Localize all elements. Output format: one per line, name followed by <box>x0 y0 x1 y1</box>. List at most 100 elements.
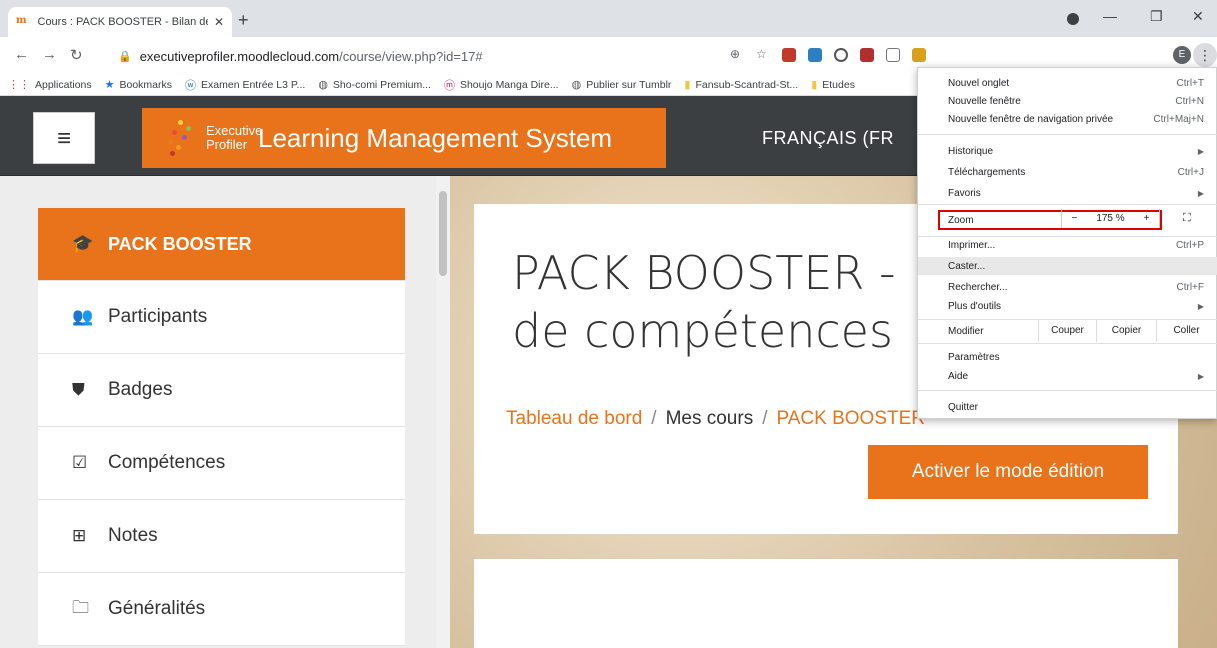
menu-search[interactable]: Rechercher... Ctrl+F <box>918 278 1217 296</box>
extension-icon[interactable] <box>860 48 874 62</box>
breadcrumb-dashboard[interactable]: Tableau de bord <box>506 408 642 429</box>
new-tab-button[interactable]: + <box>238 10 249 31</box>
tab-strip: m Cours : PACK BOOSTER - Bilan de ✕ + — … <box>0 0 1217 37</box>
menu-label: Nouvel onglet <box>948 77 1010 89</box>
menu-copy-button[interactable]: Copier <box>1096 320 1156 342</box>
graduation-cap-icon: 🎓 <box>72 234 94 253</box>
bookmark-label: Etudes <box>822 78 855 91</box>
bookmark-item[interactable]: ◍ Publier sur Tumblr <box>572 78 672 92</box>
menu-label: Nouvelle fenêtre <box>948 95 1021 107</box>
bookmark-item[interactable]: ⓦ Examen Entrée L3 P... <box>185 77 305 93</box>
menu-cut-button[interactable]: Couper <box>1038 320 1096 342</box>
drawer-scrollbar[interactable] <box>436 176 450 648</box>
extension-icon[interactable] <box>912 48 926 62</box>
menu-label: Nouvelle fenêtre de navigation privée <box>948 113 1114 125</box>
url-path: /course/view.php?id=17# <box>339 48 483 64</box>
menu-cast[interactable]: Caster... <box>918 257 1217 275</box>
bookmark-item[interactable]: ▮ Fansub-Scantrad-St... <box>684 78 798 92</box>
hamburger-menu-icon[interactable]: ≡ <box>33 112 95 164</box>
scrollbar-thumb[interactable] <box>439 191 447 276</box>
bookmark-item[interactable]: ⓜ Shoujo Manga Dire... <box>444 77 559 93</box>
drawer-item-pack-booster[interactable]: 🎓 PACK BOOSTER <box>38 208 405 281</box>
menu-label: Plus d'outils <box>948 300 1002 312</box>
menu-shortcut: Ctrl+P <box>1175 239 1204 251</box>
menu-quit[interactable]: Quitter <box>918 398 1217 416</box>
bookmark-item[interactable]: ★ Bookmarks <box>104 78 173 92</box>
menu-divider <box>918 134 1217 135</box>
menu-help[interactable]: Aide ▶ <box>918 367 1217 385</box>
tab-close-icon[interactable]: ✕ <box>214 15 224 29</box>
zoom-out-button[interactable]: − <box>1071 213 1077 224</box>
avatar[interactable]: E <box>1173 46 1191 64</box>
menu-label: Imprimer... <box>948 239 996 251</box>
minimize-icon[interactable]: — <box>1103 8 1117 24</box>
bookmark-star-icon[interactable]: ☆ <box>756 47 767 61</box>
title-line: de compétences <box>512 304 893 358</box>
menu-print[interactable]: Imprimer... Ctrl+P <box>918 236 1217 254</box>
address-bar[interactable]: 🔒 executiveprofiler.moodlecloud.com /cou… <box>110 41 990 71</box>
site-brand[interactable]: Executive Profiler Learning Management S… <box>142 108 666 168</box>
window-close-icon[interactable]: ✕ <box>1192 8 1204 25</box>
profile-indicator-icon[interactable] <box>1067 13 1079 25</box>
zoom-in-button[interactable]: + <box>1144 213 1150 224</box>
menu-new-window[interactable]: Nouvelle fenêtre Ctrl+N <box>918 92 1217 110</box>
submenu-arrow-icon: ▶ <box>1197 301 1204 311</box>
menu-new-tab[interactable]: Nouvel onglet Ctrl+T <box>918 74 1217 92</box>
table-icon: ⊞ <box>72 526 87 545</box>
menu-label: Historique <box>948 145 994 157</box>
breadcrumb-course[interactable]: PACK BOOSTER <box>776 408 925 429</box>
menu-favorites[interactable]: Favoris ▶ <box>918 184 1217 202</box>
extension-icon[interactable] <box>886 48 900 62</box>
menu-shortcut: Ctrl+N <box>1175 95 1204 107</box>
drawer-item-badges[interactable]: ⛊ Badges <box>38 354 405 427</box>
extension-icon[interactable] <box>782 48 796 62</box>
bookmark-label: Shoujo Manga Dire... <box>459 78 559 91</box>
menu-downloads[interactable]: Téléchargements Ctrl+J <box>918 163 1217 181</box>
language-menu[interactable]: FRANÇAIS (FR <box>762 128 894 149</box>
wordpress-icon: ⓦ <box>185 79 197 92</box>
moodle-favicon-icon: m <box>16 15 27 26</box>
zoom-indicator-icon[interactable]: ⊕ <box>730 47 740 61</box>
menu-more-tools[interactable]: Plus d'outils ▶ <box>918 297 1217 315</box>
forward-arrow-icon[interactable]: → <box>42 46 57 63</box>
browser-tab[interactable]: m Cours : PACK BOOSTER - Bilan de ✕ <box>8 7 232 37</box>
bookmark-item[interactable]: ◍ Sho-comi Premium... <box>318 78 431 92</box>
drawer-item-generalites[interactable]: 🗀 Généralités <box>38 573 405 646</box>
bookmark-item[interactable]: ⋮⋮ Applications <box>8 78 92 92</box>
menu-settings[interactable]: Paramètres <box>918 348 1217 366</box>
drawer-item-competences[interactable]: ☑ Compétences <box>38 427 405 500</box>
menu-incognito[interactable]: Nouvelle fenêtre de navigation privée Ctr… <box>918 110 1217 128</box>
menu-label: Paramètres <box>948 351 1000 363</box>
back-arrow-icon[interactable]: ← <box>14 46 29 63</box>
drawer-item-notes[interactable]: ⊞ Notes <box>38 500 405 573</box>
drawer-item-participants[interactable]: 👥 Participants <box>38 281 405 354</box>
bookmark-label: Sho-comi Premium... <box>332 78 431 91</box>
bookmark-label: Publier sur Tumblr <box>586 78 672 91</box>
folder-icon: ▮ <box>811 79 818 91</box>
menu-history[interactable]: Historique ▶ <box>918 142 1217 160</box>
chrome-menu-kebab-icon[interactable]: ⋮ <box>1193 43 1217 67</box>
folder-outline-icon: 🗀 <box>72 597 89 617</box>
menu-label: Favoris <box>948 187 981 199</box>
extension-icon[interactable] <box>834 48 848 62</box>
zoom-control: − 175 % + <box>1061 209 1160 228</box>
restore-icon[interactable]: ❐ <box>1150 8 1163 25</box>
menu-paste-button[interactable]: Coller <box>1156 320 1216 342</box>
fullscreen-icon[interactable]: ⛶ <box>1183 212 1191 225</box>
title-line: PACK BOOSTER - <box>512 246 896 300</box>
menu-shortcut: Ctrl+T <box>1176 77 1205 89</box>
breadcrumb: Tableau de bord / Mes cours / PACK BOOSTER <box>506 408 925 430</box>
reload-icon[interactable]: ↻ <box>70 46 83 64</box>
apps-grid-icon: ⋮⋮ <box>8 79 30 91</box>
submenu-arrow-icon: ▶ <box>1197 146 1204 156</box>
breadcrumb-separator: / <box>651 408 657 429</box>
zoom-level: 175 % <box>1096 213 1125 224</box>
shield-icon: ⛊ <box>72 380 85 399</box>
globe-icon: ◍ <box>318 79 328 91</box>
extension-icon[interactable] <box>808 48 822 62</box>
bookmark-label: Bookmarks <box>119 78 173 91</box>
star-icon: ★ <box>104 79 115 91</box>
lock-icon[interactable]: 🔒 <box>118 50 132 63</box>
bookmark-item[interactable]: ▮ Etudes <box>811 78 855 92</box>
edit-mode-button[interactable]: Activer le mode édition <box>868 445 1148 499</box>
